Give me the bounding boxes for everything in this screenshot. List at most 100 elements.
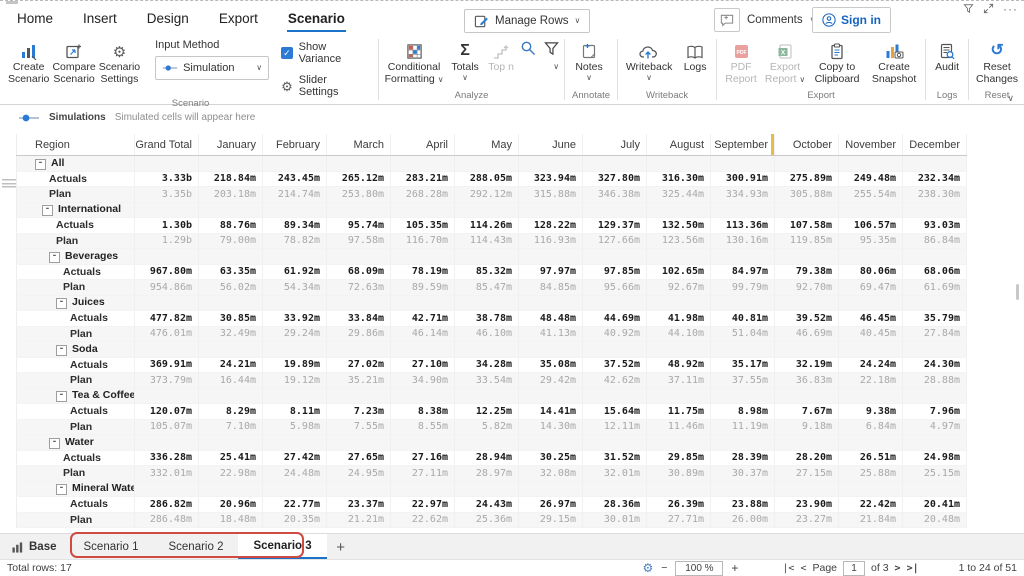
value-cell[interactable]: 25.36m bbox=[454, 512, 519, 528]
value-cell[interactable] bbox=[838, 295, 903, 311]
value-cell[interactable]: 42.62m bbox=[582, 372, 647, 389]
value-cell[interactable]: 476.01m bbox=[134, 326, 199, 342]
value-cell[interactable] bbox=[454, 248, 519, 265]
value-cell[interactable]: 7.67m bbox=[774, 403, 839, 420]
group-row-label[interactable]: - Tea & Coffee bbox=[16, 388, 135, 404]
value-cell[interactable]: 27.65m bbox=[326, 450, 391, 466]
value-cell[interactable] bbox=[774, 341, 839, 358]
value-cell[interactable]: 29.15m bbox=[518, 512, 583, 528]
value-cell[interactable] bbox=[902, 481, 967, 497]
value-cell[interactable] bbox=[838, 248, 903, 265]
value-cell[interactable] bbox=[198, 202, 263, 218]
value-cell[interactable]: 46.14m bbox=[390, 326, 455, 342]
value-cell[interactable]: 28.88m bbox=[902, 372, 967, 389]
value-cell[interactable]: 84.97m bbox=[710, 264, 775, 280]
value-cell[interactable]: 88.76m bbox=[198, 217, 263, 234]
scenario-settings-button[interactable]: ⚙ Scenario Settings bbox=[97, 37, 142, 86]
value-cell[interactable] bbox=[518, 202, 583, 218]
value-cell[interactable] bbox=[838, 434, 903, 451]
measure-row-label[interactable]: Actuals bbox=[16, 171, 135, 187]
measure-row-label[interactable]: Actuals bbox=[16, 310, 135, 327]
value-cell[interactable]: 114.43m bbox=[454, 233, 519, 249]
value-cell[interactable]: 7.23m bbox=[326, 403, 391, 420]
value-cell[interactable]: 68.06m bbox=[902, 264, 967, 280]
conditional-formatting-button[interactable]: Conditional Formatting ∨ bbox=[382, 37, 446, 86]
value-cell[interactable]: 37.55m bbox=[710, 372, 775, 389]
chevron-down-icon[interactable]: ∨ bbox=[553, 63, 559, 71]
value-cell[interactable] bbox=[134, 295, 199, 311]
value-cell[interactable]: 20.35m bbox=[262, 512, 327, 528]
value-cell[interactable] bbox=[838, 155, 903, 172]
value-cell[interactable] bbox=[518, 434, 583, 451]
value-cell[interactable] bbox=[390, 248, 455, 265]
value-cell[interactable]: 26.00m bbox=[710, 512, 775, 528]
value-cell[interactable] bbox=[390, 155, 455, 172]
value-cell[interactable]: 24.30m bbox=[902, 357, 967, 373]
row-drag-handle-icon[interactable]: ── ── ── bbox=[2, 176, 16, 193]
value-cell[interactable] bbox=[710, 388, 775, 404]
column-header-june[interactable]: June bbox=[518, 134, 583, 156]
value-cell[interactable]: 38.78m bbox=[454, 310, 519, 327]
value-cell[interactable] bbox=[838, 388, 903, 404]
value-cell[interactable]: 119.85m bbox=[774, 233, 839, 249]
value-cell[interactable]: 255.54m bbox=[838, 186, 903, 203]
value-cell[interactable]: 39.52m bbox=[774, 310, 839, 327]
value-cell[interactable]: 93.03m bbox=[902, 217, 967, 234]
value-cell[interactable]: 31.52m bbox=[582, 450, 647, 466]
value-cell[interactable]: 35.08m bbox=[518, 357, 583, 373]
group-row-label[interactable]: - Juices bbox=[16, 295, 135, 311]
value-cell[interactable] bbox=[646, 341, 711, 358]
value-cell[interactable]: 20.41m bbox=[902, 496, 967, 513]
value-cell[interactable]: 106.57m bbox=[838, 217, 903, 234]
add-scenario-button[interactable]: + bbox=[327, 534, 355, 560]
value-cell[interactable]: 27.71m bbox=[646, 512, 711, 528]
value-cell[interactable]: 288.05m bbox=[454, 171, 519, 187]
value-cell[interactable]: 26.51m bbox=[838, 450, 903, 466]
value-cell[interactable] bbox=[198, 248, 263, 265]
value-cell[interactable]: 7.55m bbox=[326, 419, 391, 435]
focus-mode-icon[interactable] bbox=[983, 3, 994, 14]
value-cell[interactable] bbox=[326, 388, 391, 404]
value-cell[interactable]: 22.18m bbox=[838, 372, 903, 389]
value-cell[interactable]: 18.48m bbox=[198, 512, 263, 528]
value-cell[interactable] bbox=[774, 434, 839, 451]
value-cell[interactable]: 40.45m bbox=[838, 326, 903, 342]
ribbon-tab-design[interactable]: Design bbox=[146, 6, 190, 32]
group-row-label[interactable]: - All bbox=[16, 155, 135, 172]
settings-gear-icon[interactable]: ⚙ bbox=[642, 562, 653, 574]
value-cell[interactable]: 40.81m bbox=[710, 310, 775, 327]
value-cell[interactable]: 21.21m bbox=[326, 512, 391, 528]
collapse-toggle-icon[interactable]: - bbox=[42, 205, 53, 217]
value-cell[interactable]: 79.38m bbox=[774, 264, 839, 280]
value-cell[interactable]: 69.47m bbox=[838, 279, 903, 296]
value-cell[interactable] bbox=[262, 341, 327, 358]
collapse-toggle-icon[interactable]: - bbox=[49, 251, 60, 263]
value-cell[interactable] bbox=[262, 202, 327, 218]
value-cell[interactable] bbox=[198, 388, 263, 404]
value-cell[interactable]: 346.38m bbox=[582, 186, 647, 203]
value-cell[interactable] bbox=[710, 341, 775, 358]
value-cell[interactable] bbox=[134, 248, 199, 265]
value-cell[interactable] bbox=[710, 248, 775, 265]
value-cell[interactable] bbox=[774, 155, 839, 172]
value-cell[interactable]: 32.01m bbox=[582, 465, 647, 482]
value-cell[interactable]: 92.70m bbox=[774, 279, 839, 296]
value-cell[interactable]: 30.89m bbox=[646, 465, 711, 482]
measure-row-label[interactable]: Actuals bbox=[16, 450, 135, 466]
comments-button[interactable]: Comments ∨ bbox=[714, 8, 815, 32]
value-cell[interactable]: 8.55m bbox=[390, 419, 455, 435]
measure-row-label[interactable]: Plan bbox=[16, 512, 135, 528]
measure-row-label[interactable]: Actuals bbox=[16, 403, 135, 420]
value-cell[interactable] bbox=[390, 481, 455, 497]
value-cell[interactable]: 336.28m bbox=[134, 450, 199, 466]
group-row-label[interactable]: - Beverages bbox=[16, 248, 135, 265]
value-cell[interactable]: 35.79m bbox=[902, 310, 967, 327]
value-cell[interactable] bbox=[518, 248, 583, 265]
value-cell[interactable]: 1.29b bbox=[134, 233, 199, 249]
value-cell[interactable] bbox=[390, 434, 455, 451]
value-cell[interactable] bbox=[902, 434, 967, 451]
value-cell[interactable]: 48.92m bbox=[646, 357, 711, 373]
value-cell[interactable]: 84.85m bbox=[518, 279, 583, 296]
value-cell[interactable] bbox=[198, 341, 263, 358]
value-cell[interactable] bbox=[902, 202, 967, 218]
